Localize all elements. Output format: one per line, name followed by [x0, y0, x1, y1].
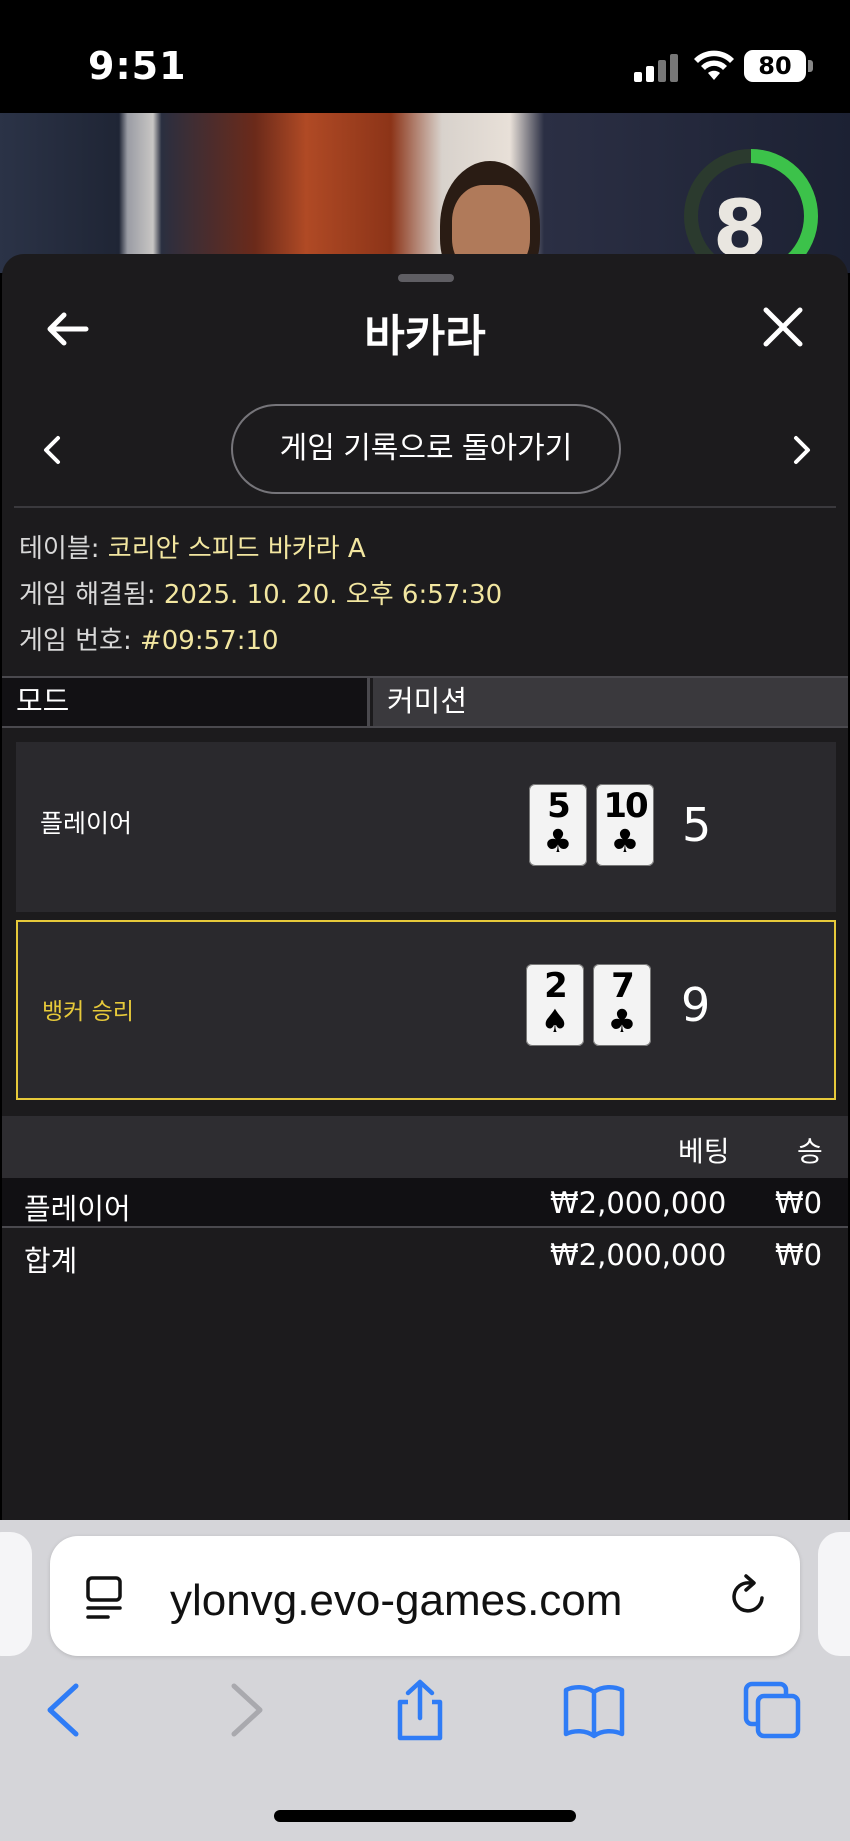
- bet-column-header: 베팅: [678, 1135, 730, 1168]
- cellular-signal-icon: [634, 52, 678, 82]
- club-suit-icon: ♣: [607, 1002, 637, 1040]
- playing-card: 7 ♣: [593, 964, 651, 1046]
- wifi-icon: [694, 50, 734, 80]
- club-suit-icon: ♣: [610, 822, 640, 860]
- browser-back-icon[interactable]: [34, 1678, 98, 1742]
- bookmarks-icon[interactable]: [562, 1678, 626, 1742]
- win-amount: ₩0: [775, 1186, 823, 1220]
- table-row: 합계 ₩2,000,000 ₩0: [2, 1230, 848, 1280]
- player-hand-label: 플레이어: [40, 809, 133, 838]
- resolved-info: 게임 해결됨: 2025. 10. 20. 오후 6:57:30: [19, 574, 502, 611]
- card-rank: 5: [547, 786, 571, 826]
- spade-suit-icon: ♠: [540, 1002, 570, 1040]
- table-value: 코리안 스피드 바카라 A: [107, 534, 366, 564]
- page-menu-icon[interactable]: [84, 1574, 130, 1622]
- close-icon[interactable]: [762, 306, 804, 348]
- table-row: 플레이어 ₩2,000,000 ₩0: [2, 1178, 848, 1228]
- bets-table-header: 베팅 승: [2, 1116, 848, 1178]
- banker-hand: 뱅커 승리 2 ♠ 7 ♣ 9: [16, 920, 836, 1100]
- win-column-header: 승: [797, 1135, 823, 1168]
- playing-card: 2 ♠: [526, 964, 584, 1046]
- back-to-history-button[interactable]: 게임 기록으로 돌아가기: [231, 404, 621, 494]
- banker-hand-label: 뱅커 승리: [42, 999, 134, 1025]
- previous-game-chevron-icon[interactable]: [40, 432, 64, 468]
- game-number-info: 게임 번호: #09:57:10: [19, 620, 279, 657]
- total-win-amount: ₩0: [775, 1238, 823, 1272]
- table-label: 테이블:: [19, 534, 100, 564]
- banker-score: 9: [681, 978, 711, 1032]
- club-suit-icon: ♣: [543, 822, 573, 860]
- sheet-drag-handle[interactable]: [398, 274, 454, 282]
- card-rank: 10: [603, 786, 648, 826]
- table-info: 테이블: 코리안 스피드 바카라 A: [19, 528, 366, 565]
- resolved-label: 게임 해결됨:: [19, 580, 156, 610]
- status-time: 9:51: [88, 44, 187, 88]
- reload-icon[interactable]: [724, 1572, 772, 1620]
- battery-icon: 80: [744, 50, 806, 82]
- page-title: 바카라: [364, 311, 486, 362]
- status-bar: 9:51 80: [0, 0, 850, 113]
- divider: [14, 506, 836, 508]
- mode-value: 커미션: [373, 678, 848, 726]
- previous-tab-preview[interactable]: [0, 1532, 32, 1656]
- tabs-icon[interactable]: [740, 1678, 804, 1742]
- browser-forward-icon[interactable]: [212, 1678, 276, 1742]
- bet-amount: ₩2,000,000: [550, 1186, 727, 1220]
- home-indicator[interactable]: [274, 1810, 576, 1822]
- card-rank: 2: [544, 966, 568, 1006]
- player-hand: 플레이어 5 ♣ 10 ♣ 5: [16, 742, 836, 912]
- next-tab-preview[interactable]: [818, 1532, 850, 1656]
- resolved-value: 2025. 10. 20. 오후 6:57:30: [163, 580, 503, 610]
- battery-nub: [808, 60, 813, 72]
- game-history-sheet: 바카라 게임 기록으로 돌아가기 테이블: 코리안 스피드 바카라 A 게임 해…: [2, 254, 848, 1520]
- mode-label: 모드: [2, 678, 370, 726]
- total-bet-amount: ₩2,000,000: [550, 1238, 727, 1272]
- player-score: 5: [682, 798, 712, 852]
- total-label: 합계: [24, 1244, 78, 1278]
- mode-row: 모드 커미션: [2, 676, 848, 728]
- playing-card: 10 ♣: [596, 784, 654, 866]
- game-number-label: 게임 번호:: [19, 626, 132, 656]
- game-number-value: #09:57:10: [139, 626, 279, 656]
- live-video-feed: 8: [0, 113, 850, 273]
- playing-card: 5 ♣: [529, 784, 587, 866]
- bet-name: 플레이어: [24, 1192, 131, 1226]
- next-game-chevron-icon[interactable]: [790, 432, 814, 468]
- url-text[interactable]: ylonvg.evo-games.com: [170, 1576, 622, 1626]
- card-rank: 7: [611, 966, 635, 1006]
- share-icon[interactable]: [388, 1678, 452, 1742]
